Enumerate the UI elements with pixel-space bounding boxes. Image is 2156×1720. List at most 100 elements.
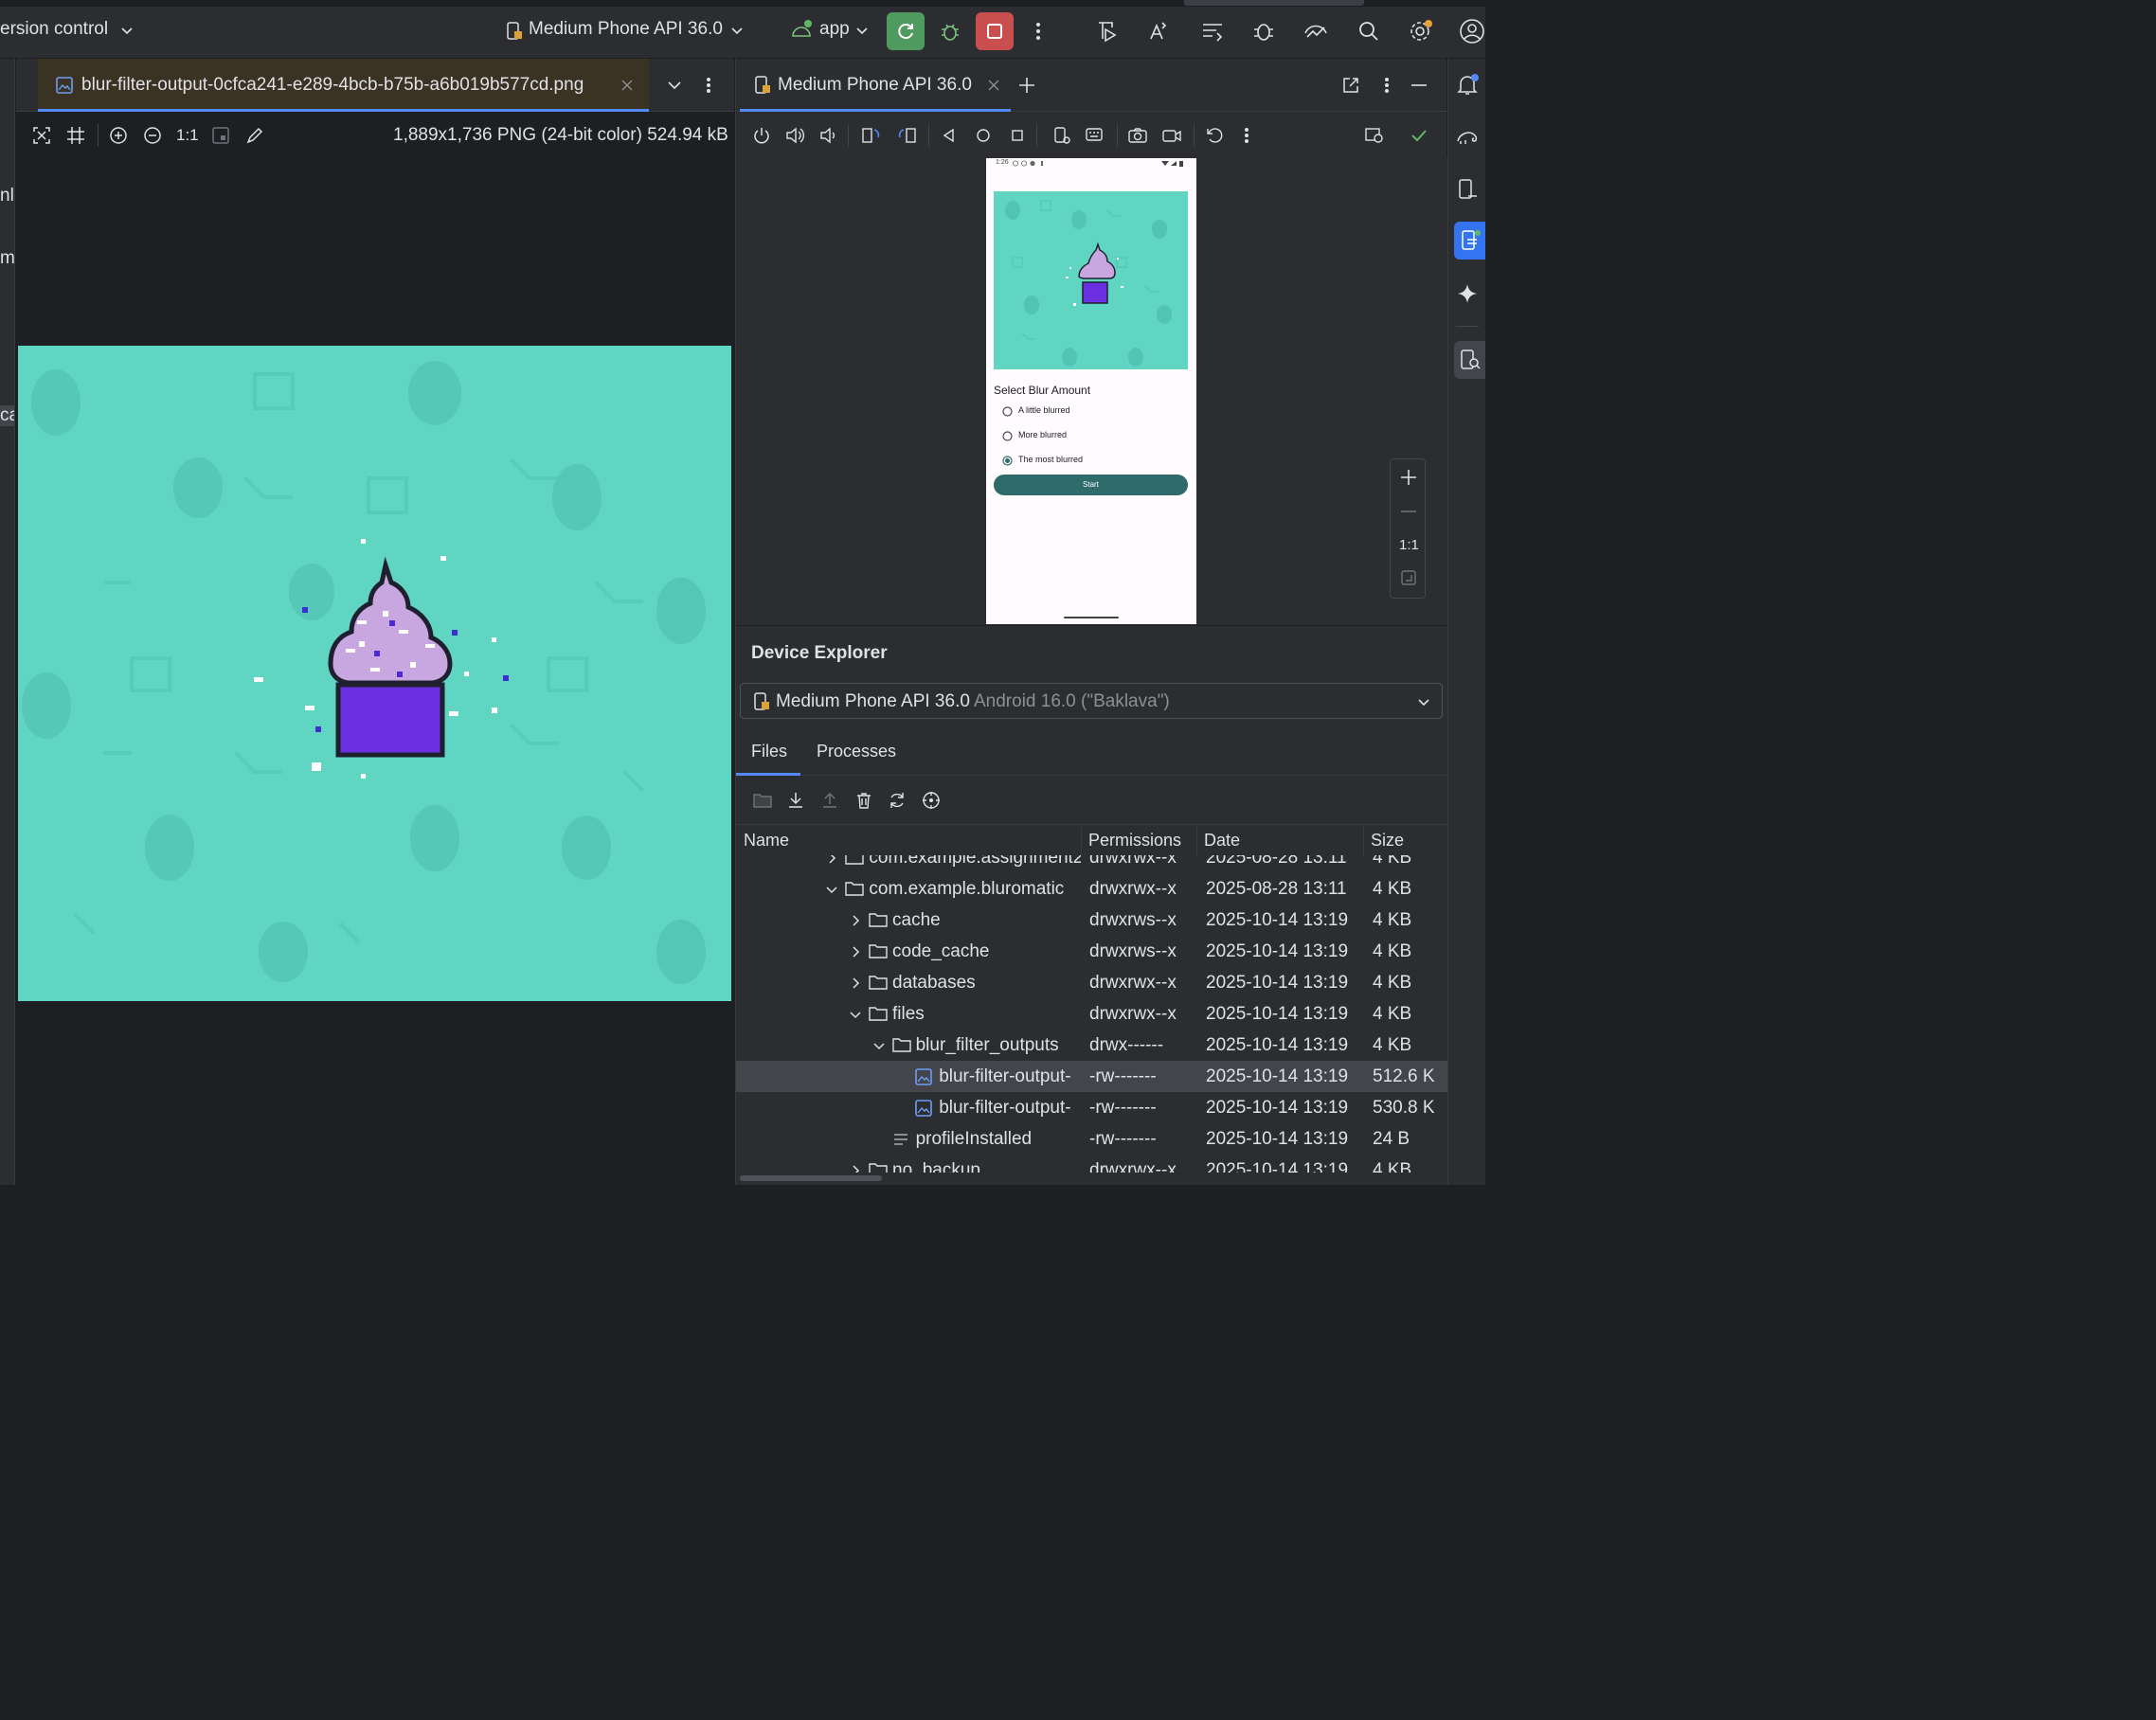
more-vert-icon[interactable] xyxy=(1029,21,1048,42)
vcs-menu-label[interactable]: ersion control xyxy=(0,19,108,40)
zoom-out-icon[interactable] xyxy=(142,125,163,146)
table-row[interactable]: code_cache drwxrws--x 2025-10-14 13:19 4 KB xyxy=(736,936,1447,967)
actual-size-button[interactable]: 1:1 xyxy=(1399,537,1419,553)
column-header-size[interactable]: Size xyxy=(1371,831,1404,851)
column-header-name[interactable]: Name xyxy=(744,831,789,851)
column-header-permissions[interactable]: Permissions xyxy=(1088,831,1181,851)
device-manager-icon[interactable] xyxy=(1454,176,1481,203)
project-tree-fragment[interactable]: nl xyxy=(0,186,14,206)
zoom-out-icon[interactable] xyxy=(1398,501,1419,522)
chevron-right-icon[interactable] xyxy=(849,1164,862,1173)
close-icon[interactable] xyxy=(986,78,1001,93)
fit-to-window-icon[interactable] xyxy=(31,125,52,146)
table-row[interactable]: profileInstalled -rw------- 2025-10-14 13:… xyxy=(736,1123,1447,1155)
horizontal-scrollbar[interactable] xyxy=(740,1175,882,1181)
stop-button[interactable] xyxy=(976,12,1014,50)
background-toggle-icon[interactable] xyxy=(210,125,231,146)
volume-down-icon[interactable] xyxy=(817,125,838,146)
chevron-down-icon[interactable] xyxy=(1416,694,1431,709)
back-icon[interactable] xyxy=(940,125,959,146)
refresh-icon[interactable] xyxy=(887,790,907,811)
app-inspection-icon[interactable] xyxy=(1302,19,1330,44)
radio-option[interactable]: The most blurred xyxy=(1001,454,1181,467)
run-config-selector[interactable]: app xyxy=(819,19,850,40)
table-row[interactable]: databases drwxrwx--x 2025-10-14 13:19 4 KB xyxy=(736,967,1447,998)
editor-tab[interactable]: blur-filter-output-0cfca241-e289-4bcb-b7… xyxy=(38,59,649,112)
delete-icon[interactable] xyxy=(853,790,874,811)
debug-icon[interactable] xyxy=(938,19,962,44)
radio-option[interactable]: A little blurred xyxy=(1001,404,1181,418)
phone-screen[interactable]: 1:26 Select Blur Amount A little blurred… xyxy=(986,158,1196,624)
chevron-right-icon[interactable] xyxy=(849,945,862,959)
tabs-dropdown-icon[interactable] xyxy=(666,78,683,93)
radio-checked-icon[interactable] xyxy=(1001,455,1013,466)
table-row[interactable]: cache drwxrws--x 2025-10-14 13:19 4 KB xyxy=(736,905,1447,936)
table-row[interactable]: files drwxrwx--x 2025-10-14 13:19 4 KB xyxy=(736,998,1447,1030)
close-icon[interactable] xyxy=(620,78,635,93)
device-dropdown[interactable]: Medium Phone API 36.0 Android 16.0 ("Bak… xyxy=(740,683,1443,719)
chevron-down-icon[interactable] xyxy=(849,1008,862,1021)
minimize-icon[interactable] xyxy=(1409,75,1429,96)
chevron-right-icon[interactable] xyxy=(825,855,838,865)
notifications-icon[interactable] xyxy=(1454,72,1481,99)
device-icon[interactable] xyxy=(505,21,524,42)
gemini-sparkle-icon[interactable] xyxy=(1454,280,1481,307)
rotate-left-icon[interactable] xyxy=(860,125,883,146)
settings-gear-icon[interactable] xyxy=(1408,19,1434,44)
power-icon[interactable] xyxy=(751,125,772,146)
device-tab[interactable]: Medium Phone API 36.0 xyxy=(740,59,1011,112)
zoom-in-icon[interactable] xyxy=(108,125,129,146)
chevron-down-icon[interactable] xyxy=(119,23,135,38)
fit-screen-icon[interactable] xyxy=(1398,567,1419,588)
radio-unchecked-icon[interactable] xyxy=(1001,405,1013,417)
chevron-right-icon[interactable] xyxy=(849,914,862,927)
device-selector[interactable]: Medium Phone API 36.0 xyxy=(529,19,723,40)
chevron-down-icon[interactable] xyxy=(854,23,870,38)
more-vert-icon[interactable] xyxy=(702,76,715,95)
android-icon[interactable] xyxy=(790,19,813,40)
bug-settings-icon[interactable] xyxy=(1250,19,1277,44)
locate-icon[interactable] xyxy=(921,790,942,811)
table-row[interactable]: blur_filter_outputs drwx------ 2025-10-14 … xyxy=(736,1030,1447,1061)
rotate-right-icon[interactable] xyxy=(895,125,918,146)
home-icon[interactable] xyxy=(974,125,993,146)
overview-icon[interactable] xyxy=(1008,125,1027,146)
checkmark-icon[interactable] xyxy=(1409,125,1429,146)
rerun-button[interactable] xyxy=(887,12,925,50)
table-row[interactable]: no_backup drwxrwx--x 2025-10-14 13:19 4 KB xyxy=(736,1155,1447,1173)
radio-option[interactable]: More blurred xyxy=(1001,429,1181,442)
layout-inspector-icon[interactable] xyxy=(1363,125,1386,146)
more-vert-icon[interactable] xyxy=(1240,125,1253,146)
start-button[interactable]: Start xyxy=(994,475,1188,495)
chevron-down-icon[interactable] xyxy=(872,1039,886,1052)
nav-handle[interactable] xyxy=(1064,617,1119,618)
table-row[interactable]: blur-filter-output- -rw------- 2025-10-14 … xyxy=(736,1061,1447,1092)
search-icon[interactable] xyxy=(1356,19,1381,44)
snapshot-icon[interactable] xyxy=(1204,125,1225,146)
more-vert-icon[interactable] xyxy=(1380,75,1393,96)
color-picker-icon[interactable] xyxy=(244,125,265,146)
device-settings-icon[interactable] xyxy=(1051,125,1073,146)
zoom-in-icon[interactable] xyxy=(1398,467,1419,488)
chevron-down-icon[interactable] xyxy=(729,23,745,38)
screen-record-icon[interactable] xyxy=(1160,125,1183,146)
screenshot-icon[interactable] xyxy=(1126,125,1149,146)
running-devices-icon[interactable] xyxy=(1454,222,1485,260)
grid-icon[interactable] xyxy=(65,125,86,146)
upload-icon[interactable] xyxy=(819,790,840,811)
radio-unchecked-icon[interactable] xyxy=(1001,430,1013,441)
gradle-icon[interactable] xyxy=(1454,123,1481,150)
table-row[interactable]: com.example.bluromatic drwxrwx--x 2025-08-… xyxy=(736,873,1447,905)
table-row[interactable]: com.example.assignment2 drwxrwx--x 2025-08… xyxy=(736,855,1447,873)
tab-processes[interactable]: Processes xyxy=(808,728,903,776)
chevron-down-icon[interactable] xyxy=(825,883,838,896)
table-row[interactable]: blur-filter-output- -rw------- 2025-10-14 … xyxy=(736,1092,1447,1123)
project-tree-fragment[interactable]: ca xyxy=(0,405,14,426)
profiler-icon[interactable] xyxy=(1095,19,1122,44)
new-folder-icon[interactable] xyxy=(751,790,774,811)
tab-files[interactable]: Files xyxy=(736,728,800,776)
download-icon[interactable] xyxy=(785,790,806,811)
keyboard-icon[interactable] xyxy=(1084,125,1106,146)
device-explorer-icon[interactable] xyxy=(1454,341,1485,379)
add-tab-icon[interactable] xyxy=(1016,75,1037,96)
